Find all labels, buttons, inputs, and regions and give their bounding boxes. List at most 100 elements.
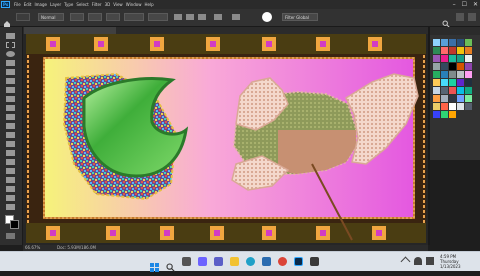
settings-icon[interactable] bbox=[198, 14, 206, 20]
move-tool-icon[interactable] bbox=[6, 33, 15, 39]
type-tool-icon[interactable] bbox=[6, 168, 15, 174]
swatch-item[interactable] bbox=[433, 39, 440, 46]
zoom-tool-icon[interactable] bbox=[6, 204, 15, 210]
swatch-item[interactable] bbox=[449, 63, 456, 70]
filter-toggle-button[interactable]: Filter Global bbox=[282, 13, 318, 21]
swatch-item[interactable] bbox=[457, 79, 464, 86]
swatch-item[interactable] bbox=[433, 111, 440, 118]
swatch-item[interactable] bbox=[457, 71, 464, 78]
store-icon[interactable] bbox=[262, 257, 271, 266]
mode-select[interactable]: Normal bbox=[38, 13, 64, 21]
menu-image[interactable]: Image bbox=[34, 0, 47, 9]
swatch-item[interactable] bbox=[441, 71, 448, 78]
swatch-item[interactable] bbox=[465, 95, 472, 102]
teams-icon[interactable] bbox=[214, 257, 223, 266]
swatch-item[interactable] bbox=[465, 47, 472, 54]
arrange-icon[interactable] bbox=[186, 14, 194, 20]
swatch-item[interactable] bbox=[449, 95, 456, 102]
swatch-item[interactable] bbox=[457, 39, 464, 46]
menu-3d[interactable]: 3D bbox=[105, 0, 111, 9]
path-ops-button[interactable] bbox=[70, 13, 84, 21]
swatch-item[interactable] bbox=[441, 111, 448, 118]
path-select-tool-icon[interactable] bbox=[6, 177, 15, 183]
marquee-tool-icon[interactable] bbox=[6, 42, 15, 48]
swatch-item[interactable] bbox=[449, 79, 456, 86]
search-icon[interactable] bbox=[442, 13, 450, 28]
wifi-icon[interactable] bbox=[414, 257, 422, 265]
swatch-item[interactable] bbox=[433, 55, 440, 62]
frame-tool-icon[interactable] bbox=[6, 78, 15, 84]
swatch-item[interactable] bbox=[433, 95, 440, 102]
swatch-item[interactable] bbox=[457, 63, 464, 70]
close-button[interactable]: ✕ bbox=[473, 0, 478, 9]
workspace-icon[interactable] bbox=[456, 13, 464, 21]
menu-help[interactable]: Help bbox=[144, 0, 153, 9]
photoshop-taskbar-icon[interactable] bbox=[294, 257, 303, 266]
swatch-item[interactable] bbox=[433, 103, 440, 110]
swatch-item[interactable] bbox=[449, 87, 456, 94]
taskbar-search-icon[interactable] bbox=[166, 257, 175, 272]
swatch-item[interactable] bbox=[449, 71, 456, 78]
lasso-tool-icon[interactable] bbox=[6, 51, 15, 57]
swatch-item[interactable] bbox=[457, 95, 464, 102]
stroke-button[interactable] bbox=[106, 13, 120, 21]
menu-type[interactable]: Type bbox=[64, 0, 73, 9]
swatch-item[interactable] bbox=[433, 79, 440, 86]
dodge-tool-icon[interactable] bbox=[6, 150, 15, 156]
swatch-item[interactable] bbox=[433, 71, 440, 78]
menu-layer[interactable]: Layer bbox=[50, 0, 61, 9]
swatch-item[interactable] bbox=[449, 55, 456, 62]
swatch-item[interactable] bbox=[457, 103, 464, 110]
swatch-item[interactable] bbox=[441, 55, 448, 62]
menu-file[interactable]: File bbox=[14, 0, 21, 9]
file-explorer-icon[interactable] bbox=[230, 257, 239, 266]
swatch-item[interactable] bbox=[449, 39, 456, 46]
swatch-item[interactable] bbox=[441, 79, 448, 86]
task-view-icon[interactable] bbox=[182, 257, 191, 266]
swatch-item[interactable] bbox=[449, 103, 456, 110]
swatch-item[interactable] bbox=[441, 39, 448, 46]
align-icon[interactable] bbox=[174, 14, 182, 20]
swatch-item[interactable] bbox=[465, 39, 472, 46]
background-color-swatch[interactable] bbox=[10, 220, 19, 229]
app-icon-extra[interactable] bbox=[310, 257, 319, 266]
history-brush-tool-icon[interactable] bbox=[6, 123, 15, 129]
menu-edit[interactable]: Edit bbox=[24, 0, 32, 9]
width-field[interactable] bbox=[124, 13, 144, 21]
brush-icon[interactable] bbox=[214, 14, 222, 20]
swatch-item[interactable] bbox=[465, 55, 472, 62]
brush-tool-icon[interactable] bbox=[6, 105, 15, 111]
edge-browser-icon[interactable] bbox=[246, 257, 255, 266]
swatch-item[interactable] bbox=[441, 87, 448, 94]
chrome-icon[interactable] bbox=[278, 257, 287, 266]
tray-chevron-icon[interactable] bbox=[400, 256, 411, 267]
volume-icon[interactable] bbox=[426, 257, 434, 265]
swatch-item[interactable] bbox=[457, 47, 464, 54]
swatch-item[interactable] bbox=[433, 63, 440, 70]
eyedropper-tool-icon[interactable] bbox=[6, 87, 15, 93]
widgets-icon[interactable] bbox=[198, 257, 207, 266]
swatch-item[interactable] bbox=[465, 63, 472, 70]
document-tab[interactable]: Untitled-1 @ 66.7% (Shape 1, RGB/8) * bbox=[24, 27, 116, 43]
artwork-canvas[interactable] bbox=[26, 34, 426, 243]
swatch-item[interactable] bbox=[465, 71, 472, 78]
quick-select-tool-icon[interactable] bbox=[6, 60, 15, 66]
swatch-item[interactable] bbox=[457, 87, 464, 94]
swatch-item[interactable] bbox=[465, 87, 472, 94]
height-field[interactable] bbox=[148, 13, 168, 21]
stamp-tool-icon[interactable] bbox=[6, 114, 15, 120]
share-icon[interactable] bbox=[468, 13, 476, 21]
swatch-item[interactable] bbox=[449, 47, 456, 54]
eraser-tool-icon[interactable] bbox=[6, 132, 15, 138]
menu-window[interactable]: Window bbox=[126, 0, 142, 9]
pressure-icon[interactable] bbox=[232, 14, 240, 20]
menu-select[interactable]: Select bbox=[76, 0, 88, 9]
swatch-item[interactable] bbox=[441, 63, 448, 70]
swatch-item[interactable] bbox=[465, 103, 472, 110]
swatch-item[interactable] bbox=[441, 95, 448, 102]
swatch-item[interactable] bbox=[465, 79, 472, 86]
swatch-item[interactable] bbox=[441, 103, 448, 110]
home-icon[interactable] bbox=[3, 13, 11, 27]
pen-tool-icon[interactable] bbox=[6, 159, 15, 165]
swatch-item[interactable] bbox=[457, 55, 464, 62]
